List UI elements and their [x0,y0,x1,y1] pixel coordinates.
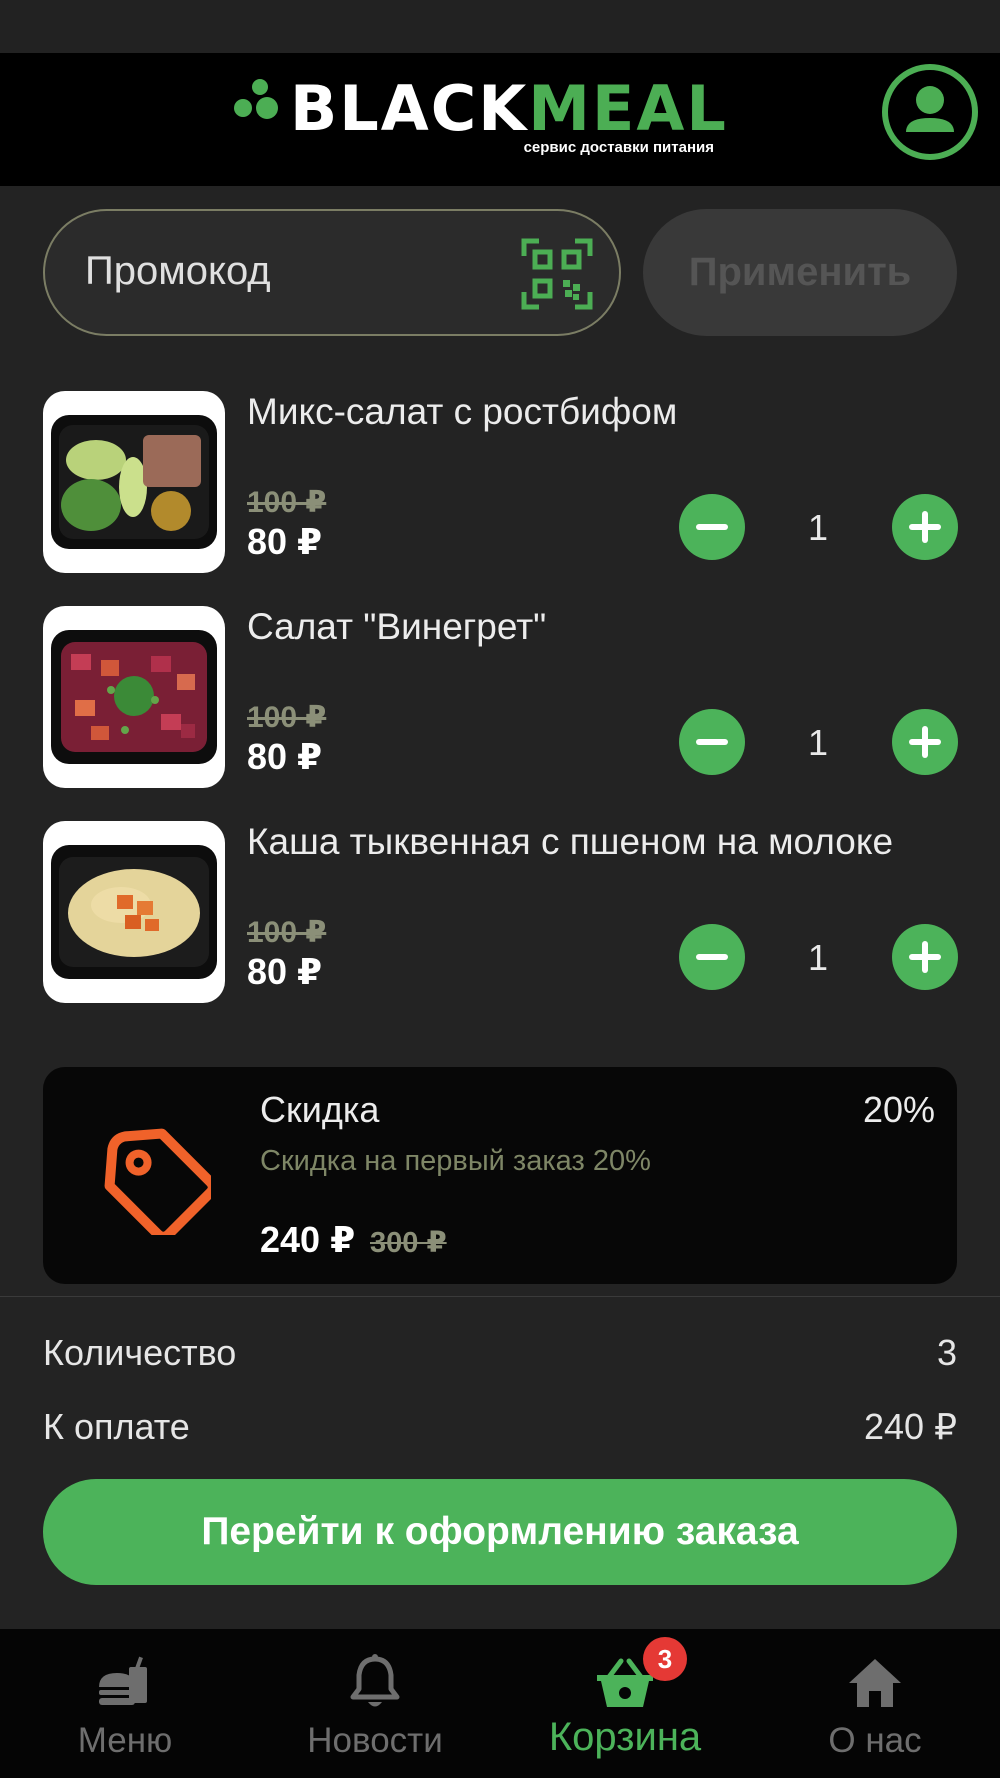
minus-icon [696,524,728,530]
discount-card: Скидка 20% Скидка на первый заказ 20% 24… [43,1067,957,1284]
logo-subtitle: сервис доставки питания [523,139,714,156]
nav-item-news[interactable]: Новости [250,1629,500,1778]
item-old-price: 100 ₽ [247,916,327,949]
discount-percent: 20% [862,1089,935,1130]
price-tag-icon [104,1128,211,1235]
bell-icon [350,1654,400,1707]
nav-label: О нас [828,1721,922,1760]
discount-total: 240 ₽ [260,1219,356,1260]
checkout-button[interactable]: Перейти к оформлению заказа [43,1479,957,1585]
nav-item-cart[interactable]: 3 Корзина [500,1629,750,1778]
burger-drink-icon [99,1656,147,1705]
item-name: Салат "Винегрет" [247,606,547,647]
quantity-label: Количество [43,1332,237,1373]
increase-quantity-button[interactable] [892,494,958,560]
item-old-price: 100 ₽ [247,701,327,734]
product-image[interactable] [43,606,225,788]
decrease-quantity-button[interactable] [679,494,745,560]
logo: BLACKMEAL сервис доставки питания [234,77,726,177]
profile-button[interactable] [882,64,978,160]
nav-item-menu[interactable]: Меню [0,1629,250,1778]
apply-promo-button[interactable]: Применить [643,209,957,336]
pay-value: 240 ₽ [864,1406,957,1447]
discount-title: Скидка [260,1089,380,1130]
increase-quantity-button[interactable] [892,709,958,775]
app-header: BLACKMEAL сервис доставки питания [0,53,1000,186]
quantity-value: 3 [936,1332,957,1373]
discount-description: Скидка на первый заказ 20% [260,1145,651,1177]
promo-code-input[interactable] [85,241,485,301]
increase-quantity-button[interactable] [892,924,958,990]
qr-code-icon[interactable] [521,238,593,310]
status-bar [0,0,1000,53]
item-quantity: 1 [807,722,829,763]
item-price: 80 ₽ [247,951,323,992]
pay-label: К оплате [43,1406,190,1447]
home-icon [849,1659,901,1707]
quantity-summary: Количество 3 [43,1332,957,1382]
cart-count-badge: 3 [643,1637,687,1681]
discount-old-total: 300 ₽ [370,1227,447,1259]
item-old-price: 100 ₽ [247,486,327,519]
item-name: Микс-салат с ростбифом [247,391,678,432]
nav-label: Корзина [548,1715,702,1759]
minus-icon [696,954,728,960]
bottom-navigation: Меню Новости 3 Корзина О нас [0,1629,1000,1778]
minus-icon [696,739,728,745]
product-image[interactable] [43,821,225,1003]
logo-wordmark: BLACKMEAL [290,72,728,145]
nav-item-about[interactable]: О нас [750,1629,1000,1778]
promo-code-field[interactable] [43,209,621,336]
payment-summary: К оплате 240 ₽ [43,1406,957,1456]
cart-item: Салат "Винегрет" 100 ₽ 80 ₽ 1 [0,606,1000,788]
user-circle-icon [906,86,954,132]
decrease-quantity-button[interactable] [679,709,745,775]
logo-dots [234,77,286,137]
cart-item: Микс-салат с ростбифом 100 ₽ 80 ₽ 1 [0,391,1000,573]
item-price: 80 ₽ [247,521,323,562]
item-quantity: 1 [807,937,829,978]
divider [0,1296,1000,1297]
nav-label: Новости [307,1721,443,1760]
product-image[interactable] [43,391,225,573]
item-price: 80 ₽ [247,736,323,777]
decrease-quantity-button[interactable] [679,924,745,990]
item-name: Каша тыквенная с пшеном на молоке [247,821,894,862]
cart-item: Каша тыквенная с пшеном на молоке 100 ₽ … [0,821,1000,1003]
nav-label: Меню [77,1721,173,1760]
item-quantity: 1 [807,507,829,548]
